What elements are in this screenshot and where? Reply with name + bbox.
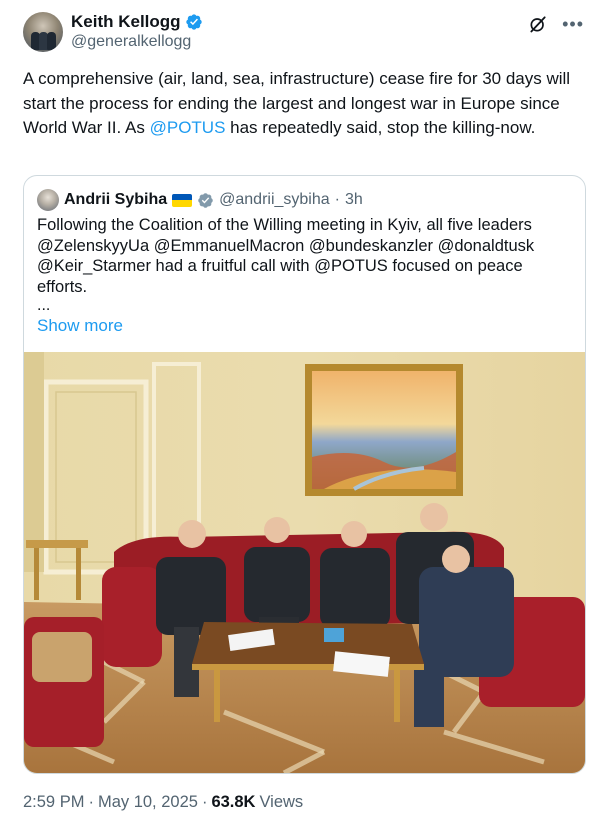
author-display-name[interactable]: Keith Kellogg bbox=[71, 12, 181, 32]
grok-icon[interactable] bbox=[528, 14, 548, 34]
meta-separator-2: · bbox=[201, 793, 208, 811]
quoted-photo[interactable] bbox=[24, 352, 585, 773]
tweet-text: A comprehensive (air, land, sea, infrast… bbox=[23, 67, 573, 141]
tweet-time[interactable]: 2:59 PM bbox=[23, 793, 84, 812]
verified-badge-icon bbox=[185, 14, 202, 30]
tweet-mention-potus[interactable]: @POTUS bbox=[150, 118, 226, 137]
tweet-author-avatar[interactable] bbox=[23, 12, 63, 52]
meta-separator-1: · bbox=[88, 793, 94, 811]
quoted-tweet[interactable]: Andrii Sybiha @andrii_sybiha · 3h Follow… bbox=[23, 175, 586, 774]
show-more-link[interactable]: Show more bbox=[37, 316, 123, 336]
ukraine-flag-icon bbox=[172, 193, 193, 207]
quoted-author-name: Andrii Sybiha bbox=[64, 191, 168, 208]
quoted-ellipsis: ... bbox=[37, 297, 51, 314]
views-label: Views bbox=[259, 793, 304, 811]
quoted-timestamp: 3h bbox=[344, 191, 363, 208]
more-options-icon[interactable]: ••• bbox=[562, 15, 584, 33]
author-name-row: Keith Kellogg bbox=[71, 12, 203, 32]
quoted-header: Andrii Sybiha @andrii_sybiha · 3h bbox=[37, 189, 363, 211]
quoted-author-handle: @andrii_sybiha bbox=[219, 191, 330, 208]
tweet-meta: 2:59 PM · May 10, 2025 · 63.8K Views bbox=[23, 793, 303, 812]
tweet-actions-top: ••• bbox=[528, 14, 584, 34]
quoted-author-avatar bbox=[37, 189, 59, 211]
meeting-photo-illustration bbox=[24, 352, 585, 773]
quoted-text: Following the Coalition of the Willing m… bbox=[37, 216, 535, 296]
author-handle[interactable]: @generalkellogg bbox=[71, 33, 191, 51]
tweet-text-part2: has repeatedly said, stop the killing-no… bbox=[225, 118, 536, 137]
quoted-separator: · bbox=[334, 191, 340, 208]
views-count[interactable]: 63.8K bbox=[211, 793, 255, 812]
tweet-date[interactable]: May 10, 2025 bbox=[98, 793, 198, 812]
quoted-verified-badge-icon bbox=[198, 192, 213, 208]
